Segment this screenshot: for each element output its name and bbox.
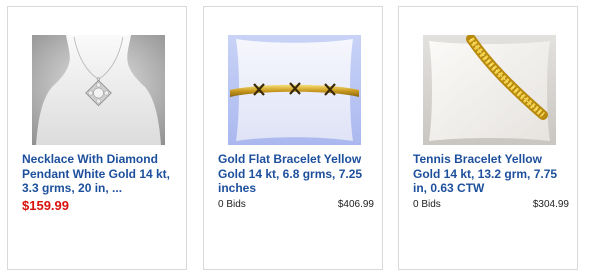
tennis-bracelet-photo[interactable] bbox=[423, 35, 556, 145]
listing-card-necklace[interactable]: Necklace With Diamond Pendant White Gold… bbox=[7, 6, 187, 270]
bid-count: 0 Bids bbox=[218, 199, 246, 210]
listing-meta: 0 Bids $304.99 bbox=[413, 199, 569, 210]
listing-title[interactable]: Gold Flat Bracelet Yellow Gold 14 kt, 6.… bbox=[218, 152, 374, 196]
listing-card-tennis-bracelet[interactable]: Tennis Bracelet Yellow Gold 14 kt, 13.2 … bbox=[398, 6, 578, 270]
listing-meta: 0 Bids $406.99 bbox=[218, 199, 374, 210]
listing-card-flat-bracelet[interactable]: Gold Flat Bracelet Yellow Gold 14 kt, 6.… bbox=[203, 6, 383, 270]
listing-price: $159.99 bbox=[22, 198, 69, 213]
listing-title[interactable]: Necklace With Diamond Pendant White Gold… bbox=[22, 152, 178, 196]
listing-price: $304.99 bbox=[532, 199, 569, 210]
listing-grid: Necklace With Diamond Pendant White Gold… bbox=[0, 0, 592, 278]
necklace-photo[interactable] bbox=[32, 35, 165, 145]
flat-bracelet-photo[interactable] bbox=[228, 35, 361, 145]
listing-title[interactable]: Tennis Bracelet Yellow Gold 14 kt, 13.2 … bbox=[413, 152, 569, 196]
listing-price: $406.99 bbox=[337, 199, 374, 210]
bid-count: 0 Bids bbox=[413, 199, 441, 210]
